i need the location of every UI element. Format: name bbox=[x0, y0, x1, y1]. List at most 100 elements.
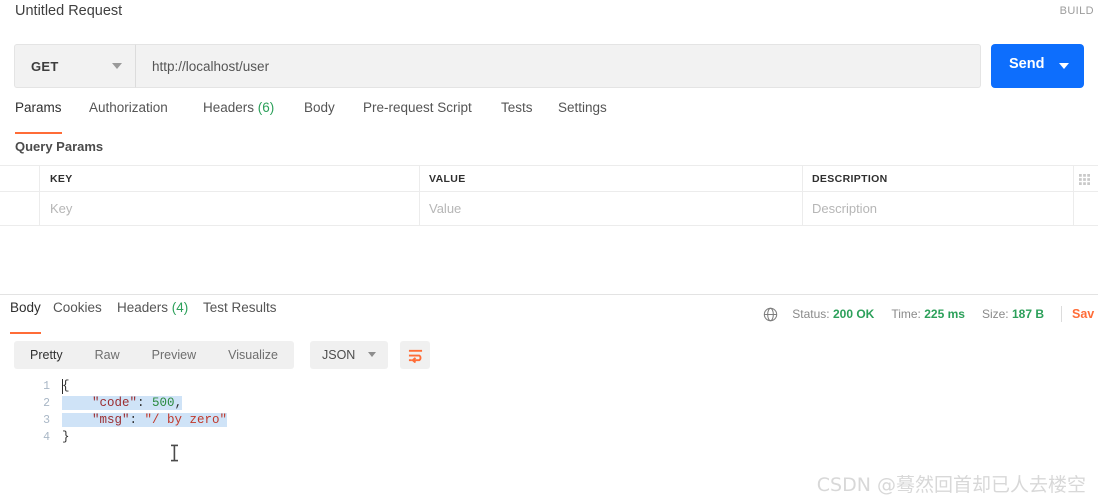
url-value: http://localhost/user bbox=[152, 58, 270, 74]
format-preview[interactable]: Preview bbox=[136, 341, 212, 369]
word-wrap-icon bbox=[408, 349, 422, 363]
token-punc: { bbox=[62, 379, 70, 393]
status-value: 200 OK bbox=[832, 307, 875, 321]
language-select[interactable]: JSON bbox=[310, 341, 388, 369]
tab-count-badge: (6) bbox=[254, 100, 275, 115]
size-indicator: Size: 187 B bbox=[981, 307, 1044, 321]
column-header-description[interactable]: DESCRIPTION bbox=[812, 166, 888, 191]
tab-label: Authorization bbox=[89, 100, 168, 115]
line-number: 4 bbox=[43, 431, 50, 444]
response-tab-body[interactable]: Body bbox=[10, 300, 41, 334]
token-punc bbox=[62, 396, 92, 410]
chevron-down-icon bbox=[368, 352, 376, 357]
save-response-link[interactable]: Sav bbox=[1072, 307, 1098, 321]
tab-params[interactable]: Params bbox=[15, 100, 62, 134]
active-tab-underline bbox=[15, 132, 62, 134]
format-segmented-control: Pretty Raw Preview Visualize bbox=[14, 341, 294, 369]
tab-label: Headers bbox=[203, 100, 255, 115]
mouse-text-cursor-icon bbox=[171, 444, 178, 462]
url-input[interactable]: http://localhost/user bbox=[136, 44, 981, 88]
code-line[interactable]: } bbox=[62, 429, 227, 446]
code-line-content: "msg": "/ by zero" bbox=[62, 413, 228, 427]
panel-divider bbox=[0, 294, 1098, 295]
line-number: 1 bbox=[43, 380, 50, 393]
token-key: "code" bbox=[92, 396, 138, 410]
code-line-content: { bbox=[62, 379, 70, 393]
page-title: Untitled Request bbox=[15, 3, 123, 19]
code-line[interactable]: { bbox=[62, 378, 227, 395]
send-button[interactable]: Send bbox=[991, 44, 1084, 88]
table-row[interactable]: Key Value Description bbox=[0, 192, 1098, 226]
param-value-input[interactable]: Value bbox=[429, 192, 461, 225]
format-raw[interactable]: Raw bbox=[79, 341, 136, 369]
status-indicator: Status: 200 OK bbox=[792, 307, 875, 321]
chevron-down-icon bbox=[112, 63, 122, 69]
tab-count-badge: (4) bbox=[168, 300, 189, 315]
token-str: "/ by zero" bbox=[144, 413, 228, 427]
network-globe-icon[interactable] bbox=[763, 307, 778, 322]
tab-label: Body bbox=[10, 300, 41, 315]
response-tab-test-results[interactable]: Test Results bbox=[203, 300, 277, 332]
column-header-key[interactable]: KEY bbox=[50, 166, 73, 191]
token-punc: } bbox=[62, 430, 70, 444]
response-body-code[interactable]: { "code": 500, "msg": "/ by zero"} bbox=[62, 378, 228, 446]
code-line-content: } bbox=[62, 430, 70, 444]
table-header-row: KEY VALUE DESCRIPTION bbox=[0, 165, 1098, 192]
language-select-label: JSON bbox=[322, 348, 356, 362]
tab-label: Test Results bbox=[203, 300, 277, 315]
tab-label: Cookies bbox=[53, 300, 102, 315]
tab-label: Tests bbox=[501, 100, 533, 115]
active-tab-underline bbox=[10, 332, 41, 334]
param-key-input[interactable]: Key bbox=[50, 192, 72, 225]
url-bar: GET http://localhost/user Send bbox=[14, 44, 1084, 88]
token-key: "msg" bbox=[92, 413, 130, 427]
tab-label: Settings bbox=[558, 100, 607, 115]
response-tab-headers[interactable]: Headers (4) bbox=[117, 300, 188, 332]
word-wrap-toggle[interactable] bbox=[400, 341, 430, 369]
postman-window: Untitled Request BUILD GET http://localh… bbox=[0, 0, 1098, 503]
request-tabs: Params Authorization Headers (6) Body Pre-re… bbox=[0, 100, 1098, 134]
format-visualize[interactable]: Visualize bbox=[212, 341, 294, 369]
http-method-selector[interactable]: GET bbox=[14, 44, 136, 88]
response-tab-cookies[interactable]: Cookies bbox=[53, 300, 102, 332]
watermark: CSDN @蓦然回首却已人去楼空 bbox=[816, 474, 1086, 496]
format-pretty[interactable]: Pretty bbox=[14, 341, 79, 369]
tab-label: Body bbox=[304, 100, 335, 115]
token-punc bbox=[62, 413, 92, 427]
tab-tests[interactable]: Tests bbox=[501, 100, 533, 132]
tab-label: Headers bbox=[117, 300, 169, 315]
tab-headers[interactable]: Headers (6) bbox=[203, 100, 274, 132]
code-line-content: "code": 500, bbox=[62, 396, 183, 410]
time-value: 225 ms bbox=[924, 307, 965, 321]
tab-authorization[interactable]: Authorization bbox=[89, 100, 168, 132]
tab-settings[interactable]: Settings bbox=[558, 100, 607, 132]
send-button-label: Send bbox=[1009, 56, 1045, 72]
code-line[interactable]: "code": 500, bbox=[62, 395, 227, 412]
query-params-heading: Query Params bbox=[15, 139, 104, 154]
code-line[interactable]: "msg": "/ by zero" bbox=[62, 412, 228, 429]
time-indicator: Time: 225 ms bbox=[891, 307, 965, 321]
meta-divider bbox=[1061, 306, 1062, 322]
bulk-edit-icon[interactable] bbox=[1079, 174, 1090, 185]
tab-pre-request-script[interactable]: Pre-request Script bbox=[363, 100, 472, 132]
param-description-input[interactable]: Description bbox=[812, 192, 877, 225]
chevron-down-icon[interactable] bbox=[1059, 63, 1069, 69]
column-header-value[interactable]: VALUE bbox=[429, 166, 466, 191]
tab-body[interactable]: Body bbox=[304, 100, 335, 132]
token-punc: , bbox=[174, 396, 183, 410]
tab-label: Pre-request Script bbox=[363, 100, 472, 115]
line-number-gutter: 1 2 3 4 bbox=[30, 378, 50, 446]
tab-label: Params bbox=[15, 100, 62, 115]
token-num: 500 bbox=[152, 396, 175, 410]
http-method-label: GET bbox=[31, 58, 59, 74]
token-punc: : bbox=[137, 396, 153, 410]
response-body-viewer[interactable]: 1 2 3 4 { "code": 500, "msg": "/ by zero"} bbox=[0, 378, 1098, 468]
size-value: 187 B bbox=[1011, 307, 1044, 321]
query-params-table: KEY VALUE DESCRIPTION Key Value Descript… bbox=[0, 165, 1098, 226]
response-meta-bar: Status: 200 OK Time: 225 ms Size: 187 B … bbox=[763, 303, 1098, 325]
line-number: 2 bbox=[43, 397, 50, 410]
token-punc: : bbox=[129, 413, 145, 427]
text-caret bbox=[62, 379, 63, 394]
build-label[interactable]: BUILD bbox=[1060, 5, 1094, 17]
line-number: 3 bbox=[43, 414, 50, 427]
